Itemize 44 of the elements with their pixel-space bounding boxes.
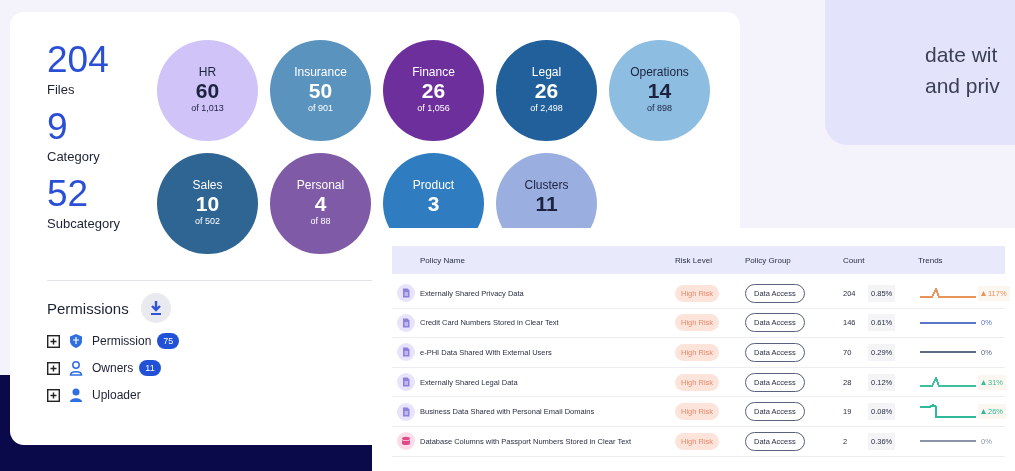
shield-icon: [69, 333, 83, 349]
category-bubble[interactable]: Product 3: [383, 153, 484, 228]
column-header: Risk Level: [675, 255, 713, 265]
card-text: date wit: [925, 42, 999, 68]
tree-item-label[interactable]: Owners: [92, 361, 134, 375]
expand-icon[interactable]: [47, 388, 60, 402]
category-bubble[interactable]: Finance 26 of 1,056: [383, 40, 484, 141]
section-title: Permissions: [47, 299, 129, 317]
category-bubble[interactable]: Legal 26 of 2,498: [496, 40, 597, 141]
stat-value: 9: [47, 107, 69, 147]
stat-label: Category: [47, 149, 101, 164]
category-bubble[interactable]: Clusters 11: [496, 153, 597, 228]
up-arrow-icon: [981, 409, 986, 415]
category-bubble[interactable]: Sales 10 of 502: [157, 153, 258, 254]
up-arrow-icon: [981, 379, 986, 385]
column-header: Policy Group: [745, 255, 792, 265]
document-icon: [397, 343, 415, 362]
download-button[interactable]: [140, 293, 171, 323]
category-bubble[interactable]: HR 60 of 1,013: [157, 40, 258, 141]
count-badge: 11: [139, 360, 161, 376]
stat-value: 52: [47, 174, 90, 214]
count-badge: 75: [157, 333, 180, 349]
stat-label: Files: [47, 82, 76, 97]
tree-item-label[interactable]: Uploader: [92, 388, 141, 402]
download-icon: [148, 300, 163, 316]
expand-icon[interactable]: [47, 334, 60, 348]
expand-icon[interactable]: [47, 361, 60, 375]
stat-value: 204: [47, 40, 110, 80]
column-header: Policy Name: [420, 255, 466, 265]
up-arrow-icon: [981, 290, 986, 296]
document-icon: [397, 313, 415, 332]
column-header: Count: [843, 255, 866, 265]
database-icon: [397, 432, 415, 451]
tree-item-label[interactable]: Permission: [92, 334, 152, 348]
document-icon: [397, 284, 415, 303]
category-bubble[interactable]: Operations 14 of 898: [609, 40, 710, 141]
card-text: and priv: [925, 73, 1001, 99]
stat-label: Subcategory: [47, 216, 121, 231]
document-icon: [397, 402, 415, 421]
user-icon: [69, 387, 83, 403]
document-icon: [397, 373, 415, 392]
category-bubble[interactable]: Personal 4 of 88: [270, 153, 371, 254]
user-icon: [69, 360, 83, 376]
column-header: Trends: [918, 255, 944, 265]
